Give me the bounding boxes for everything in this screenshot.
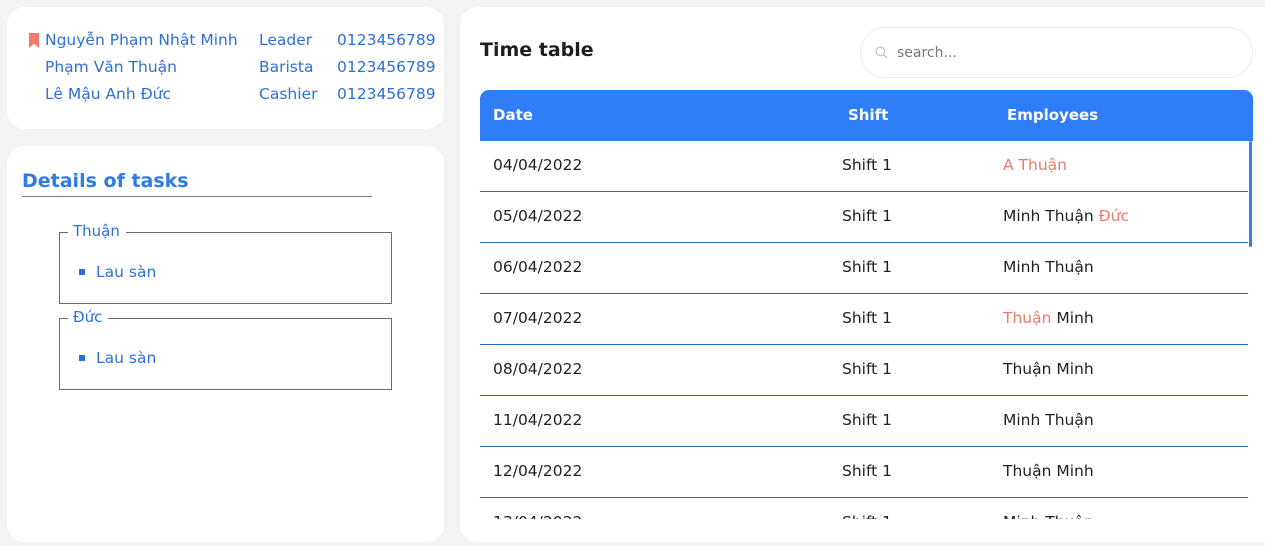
table-row[interactable]: 07/04/2022 Shift 1 Thuận Minh xyxy=(480,294,1248,345)
row-date: 06/04/2022 xyxy=(493,258,583,276)
member-name: Phạm Văn Thuận xyxy=(45,58,177,76)
employee-name: Minh xyxy=(1003,411,1041,429)
row-shift: Shift 1 xyxy=(842,360,893,378)
tasks-card: Details of tasks Thuận Lau sàn Đức Lau s… xyxy=(7,146,444,542)
row-shift: Shift 1 xyxy=(842,462,893,480)
row-shift: Shift 1 xyxy=(842,309,893,327)
member-phone: 0123456789 xyxy=(337,85,436,103)
table-row[interactable]: 08/04/2022 Shift 1 Thuận Minh xyxy=(480,345,1248,396)
table-row[interactable]: 04/04/2022 Shift 1 A Thuận xyxy=(480,141,1248,192)
scrollbar-thumb[interactable] xyxy=(1249,141,1252,247)
employee-name: Thuận xyxy=(1003,462,1052,480)
team-card: Nguyễn Phạm Nhật Minh Leader 0123456789 … xyxy=(7,7,444,129)
row-date: 04/04/2022 xyxy=(493,156,583,174)
table-row[interactable]: 11/04/2022 Shift 1 Minh Thuận xyxy=(480,396,1248,447)
employee-name: Thuận xyxy=(1045,513,1093,519)
employee-name: A Thuận xyxy=(1003,156,1067,174)
row-employees: Minh Thuận Đức xyxy=(1003,207,1129,225)
row-date: 12/04/2022 xyxy=(493,462,583,480)
task-group: Thuận Lau sàn xyxy=(59,222,392,304)
member-role: Leader xyxy=(259,31,313,49)
column-header-shift[interactable]: Shift xyxy=(848,106,888,124)
row-date: 05/04/2022 xyxy=(493,207,583,225)
task-group: Đức Lau sàn xyxy=(59,308,392,390)
title-divider xyxy=(22,196,372,197)
employee-name: Minh xyxy=(1056,309,1094,327)
member-name: Lê Mậu Anh Đức xyxy=(45,85,171,103)
row-employees: Minh Thuận xyxy=(1003,411,1094,429)
row-shift: Shift 1 xyxy=(842,207,893,225)
member-phone: 0123456789 xyxy=(337,31,436,49)
employee-name: Thuận xyxy=(1045,258,1094,276)
table-header: Date Shift Employees xyxy=(480,90,1253,141)
row-employees: A Thuận xyxy=(1003,156,1067,174)
member-role: Barista xyxy=(259,58,314,76)
row-shift: Shift 1 xyxy=(842,156,893,174)
table-row[interactable]: 06/04/2022 Shift 1 Minh Thuận xyxy=(480,243,1248,294)
table-row[interactable]: 05/04/2022 Shift 1 Minh Thuận Đức xyxy=(480,192,1248,243)
bullet-icon xyxy=(79,269,85,275)
employee-name: Thuận xyxy=(1003,360,1052,378)
row-date: 11/04/2022 xyxy=(493,411,583,429)
timetable-card: Time table Date Shift Employees 04/04/20… xyxy=(460,7,1265,542)
employee-name: Minh xyxy=(1003,258,1041,276)
employee-name: Minh xyxy=(1003,207,1041,225)
member-role: Cashier xyxy=(259,85,318,103)
row-employees: Minh Thuận xyxy=(1003,258,1094,276)
task-item: Lau sàn xyxy=(79,263,156,281)
row-shift: Shift 1 xyxy=(842,513,892,519)
row-date: 13/04/2022 xyxy=(493,513,582,519)
employee-name: Minh xyxy=(1003,513,1040,519)
member-row: Phạm Văn Thuận Barista 0123456789 xyxy=(7,58,444,85)
row-employees: Thuận Minh xyxy=(1003,309,1094,327)
search-icon xyxy=(875,46,888,59)
table-row[interactable]: 12/04/2022 Shift 1 Thuận Minh xyxy=(480,447,1248,498)
tasks-title: Details of tasks xyxy=(22,170,189,192)
search-box[interactable] xyxy=(860,27,1253,78)
member-row: Lê Mậu Anh Đức Cashier 0123456789 xyxy=(7,85,444,112)
member-name: Nguyễn Phạm Nhật Minh xyxy=(45,31,238,49)
bullet-icon xyxy=(79,355,85,361)
employee-name: Minh xyxy=(1056,462,1094,480)
task-item: Lau sàn xyxy=(79,349,156,367)
row-date: 08/04/2022 xyxy=(493,360,583,378)
employee-name: Đức xyxy=(1098,207,1129,225)
table-body[interactable]: 04/04/2022 Shift 1 A Thuận 05/04/2022 Shift … xyxy=(480,141,1253,519)
employee-name: Thuận xyxy=(1003,309,1052,327)
employee-name: Minh xyxy=(1056,360,1094,378)
row-date: 07/04/2022 xyxy=(493,309,583,327)
timetable-title: Time table xyxy=(480,39,594,61)
employee-name: Thuận xyxy=(1045,207,1094,225)
member-row: Nguyễn Phạm Nhật Minh Leader 0123456789 xyxy=(7,31,444,58)
column-header-employees[interactable]: Employees xyxy=(1007,106,1098,124)
member-phone: 0123456789 xyxy=(337,58,436,76)
task-text: Lau sàn xyxy=(96,263,157,281)
row-employees: Minh Thuận xyxy=(1003,513,1094,519)
table-row[interactable]: 13/04/2022 Shift 1 Minh Thuận xyxy=(480,498,1248,519)
task-person: Thuận xyxy=(68,222,126,240)
task-person: Đức xyxy=(68,308,109,326)
row-shift: Shift 1 xyxy=(842,411,893,429)
row-employees: Thuận Minh xyxy=(1003,462,1094,480)
row-employees: Thuận Minh xyxy=(1003,360,1094,378)
row-shift: Shift 1 xyxy=(842,258,893,276)
bookmark-icon xyxy=(29,33,39,48)
task-text: Lau sàn xyxy=(96,349,157,367)
column-header-date[interactable]: Date xyxy=(493,106,533,124)
search-input[interactable] xyxy=(897,42,1227,64)
employee-name: Thuận xyxy=(1045,411,1094,429)
